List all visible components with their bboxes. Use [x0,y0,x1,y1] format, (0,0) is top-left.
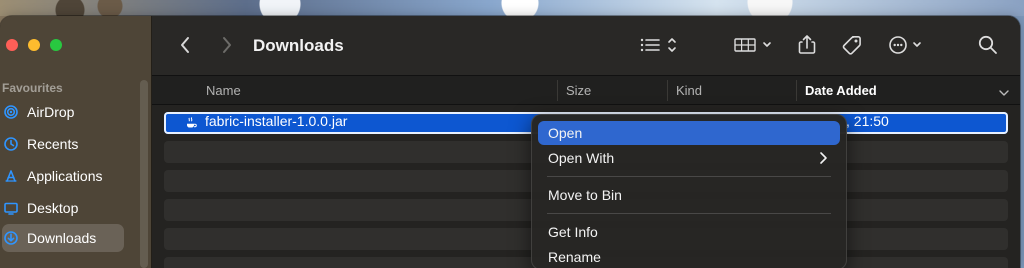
close-window-button[interactable] [6,39,18,51]
favourites-section-title: Favourites [2,81,63,95]
sidebar-item-label: Desktop [27,200,79,216]
sidebar: Favourites AirDrop Recents Applications … [0,16,152,268]
sidebar-item-label: Downloads [27,230,97,246]
fullscreen-window-button[interactable] [50,39,62,51]
airdrop-icon [2,103,20,121]
chevron-left-icon [178,36,192,59]
finder-window: Favourites AirDrop Recents Applications … [0,16,1020,268]
applications-icon [2,167,20,185]
chevron-right-icon [220,36,234,59]
open-with-menu-item[interactable]: Open With [538,146,840,170]
open-menu-item[interactable]: Open [538,121,840,145]
sidebar-item-airdrop[interactable]: AirDrop [2,98,124,126]
more-icon [887,33,927,62]
share-button[interactable] [795,33,819,61]
rename-menu-item[interactable]: Rename [538,245,840,268]
menu-item-label: Move to Bin [548,187,622,203]
minimize-window-button[interactable] [28,39,40,51]
menu-item-label: Get Info [548,224,598,240]
forward-button[interactable] [215,36,239,58]
sidebar-item-label: Recents [27,136,79,152]
menu-item-label: Open With [548,150,615,166]
date-added-value: , 21:50 [846,113,889,129]
clock-icon [2,135,20,153]
menu-item-label: Open [548,125,583,141]
file-context-menu: Open Open With Move to Bin Get Info Rena… [531,114,847,268]
downloads-icon [2,229,20,247]
column-divider [796,80,797,101]
desktop-icon [2,199,20,217]
list-view-button[interactable] [637,33,683,61]
move-to-bin-menu-item[interactable]: Move to Bin [538,183,840,207]
more-actions-button[interactable] [886,33,928,61]
submenu-chevron-icon [819,151,828,165]
sidebar-item-recents[interactable]: Recents [2,130,124,158]
size-column-header[interactable]: Size [566,83,591,98]
sidebar-item-label: AirDrop [27,104,75,120]
search-icon [977,34,999,61]
list-view-icon [638,35,682,60]
back-button[interactable] [173,36,197,58]
kind-column-header[interactable]: Kind [676,83,702,98]
sidebar-scrollbar[interactable] [140,80,148,268]
page-title: Downloads [253,36,344,55]
name-column-header[interactable]: Name [206,83,241,98]
menu-item-label: Rename [548,249,601,265]
sidebar-item-downloads[interactable]: Downloads [2,224,124,252]
toolbar: Downloads [152,16,1020,76]
sidebar-item-label: Applications [27,168,103,184]
menu-separator [547,176,831,177]
group-view-button[interactable] [732,33,776,61]
sidebar-item-applications[interactable]: Applications [2,162,124,190]
grid-group-icon [733,35,775,60]
file-list-header: Name Size Kind Date Added [152,76,1020,105]
desktop-background [0,0,1024,16]
sort-chevron-icon[interactable] [998,85,1010,96]
column-divider [667,80,668,101]
column-divider [557,80,558,101]
menu-separator [547,213,831,214]
sidebar-item-desktop[interactable]: Desktop [2,194,124,222]
share-icon [797,33,817,62]
tag-button[interactable] [839,33,865,61]
tag-icon [840,33,864,62]
search-button[interactable] [976,33,1000,61]
get-info-menu-item[interactable]: Get Info [538,220,840,244]
date-added-column-header[interactable]: Date Added [805,83,877,98]
java-icon [184,116,198,130]
file-name: fabric-installer-1.0.0.jar [205,113,348,129]
